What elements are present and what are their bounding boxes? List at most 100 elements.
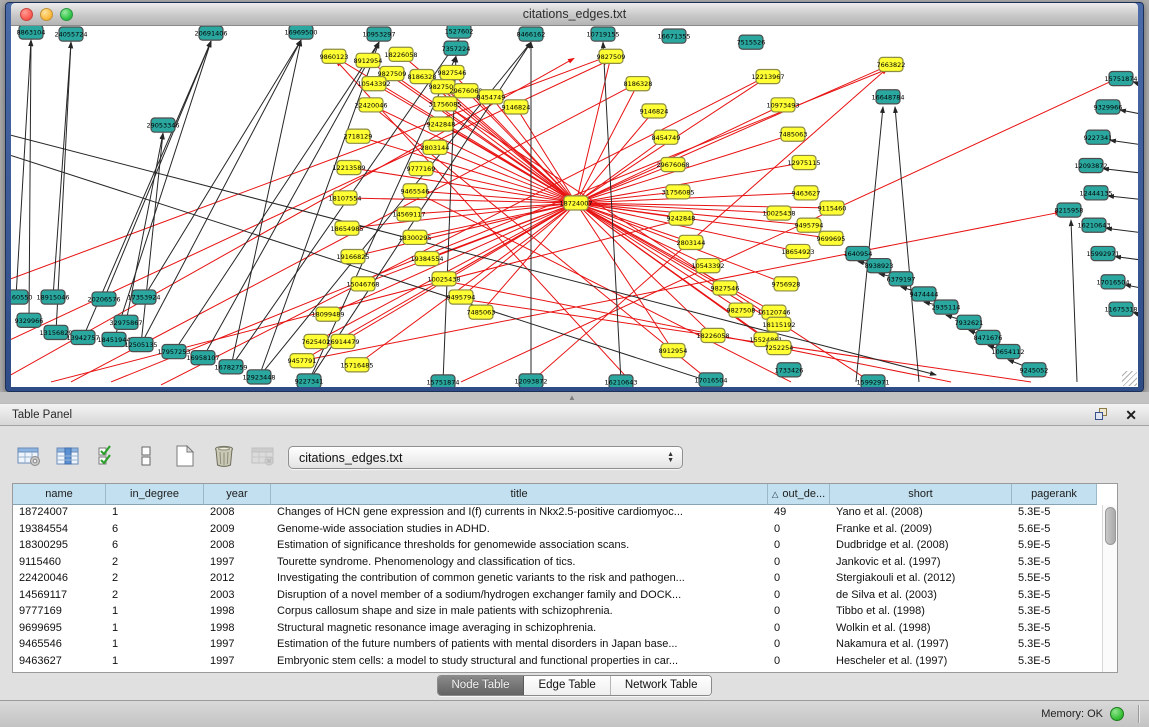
graph-node-teal[interactable]: 12505135 <box>125 337 158 351</box>
graph-node-teal[interactable]: 1527602 <box>445 26 474 38</box>
graph-node-yellow[interactable]: 8454749 <box>477 90 506 104</box>
graph-node-teal[interactable]: 2935114 <box>932 300 961 314</box>
table-settings-icon[interactable] <box>16 443 42 469</box>
split-collapse-handle[interactable]: ▲ <box>565 393 579 402</box>
graph-node-yellow[interactable]: 18724007 <box>560 196 593 210</box>
graph-node-yellow[interactable]: 2803144 <box>677 235 706 249</box>
graph-node-yellow[interactable]: 9756928 <box>772 277 801 291</box>
column-header-pagerank[interactable]: pagerank <box>1012 484 1097 505</box>
graph-node-yellow[interactable]: 19166825 <box>337 249 370 263</box>
graph-node-yellow[interactable]: 9242848 <box>427 117 456 131</box>
graph-node-yellow[interactable]: 7252254 <box>765 340 794 354</box>
close-window-icon[interactable] <box>20 8 33 21</box>
graph-node-teal[interactable]: 1640954 <box>844 246 873 260</box>
graph-node-yellow[interactable]: 18654985 <box>331 221 364 235</box>
graph-node-yellow[interactable]: 2718129 <box>344 129 373 143</box>
graph-node-teal[interactable]: 12444135 <box>1080 186 1113 200</box>
graph-node-yellow[interactable]: 16914479 <box>327 334 360 348</box>
graph-node-teal[interactable]: 9474444 <box>910 287 939 301</box>
zoom-window-icon[interactable] <box>60 8 73 21</box>
graph-node-teal[interactable]: 13942757 <box>67 330 100 344</box>
graph-node-yellow[interactable]: 29676068 <box>657 157 690 171</box>
graph-node-yellow[interactable]: 9777169 <box>407 162 436 176</box>
graph-node-yellow[interactable]: 18654923 <box>782 244 815 258</box>
column-header-short[interactable]: short <box>830 484 1012 505</box>
float-panel-icon[interactable] <box>1095 408 1109 421</box>
graph-node-yellow[interactable]: 10025438 <box>428 272 461 286</box>
graph-node-teal[interactable]: 11675318 <box>1105 302 1138 316</box>
graph-node-yellow[interactable]: 19384554 <box>411 251 444 265</box>
graph-node-teal[interactable]: 7515526 <box>737 35 766 49</box>
new-table-icon[interactable] <box>172 443 198 469</box>
graph-node-teal[interactable]: 15751874 <box>427 375 460 387</box>
graph-node-teal[interactable]: 16210643 <box>1078 218 1111 232</box>
tab-network-table[interactable]: Network Table <box>611 676 712 695</box>
table-row[interactable]: 911546021997Tourette syndrome. Phenomeno… <box>13 555 1102 572</box>
graph-node-yellow[interactable]: 22420046 <box>355 98 388 112</box>
unselect-all-icon[interactable] <box>133 443 159 469</box>
graph-node-yellow[interactable]: 12975115 <box>788 155 821 169</box>
graph-node-yellow[interactable]: 9699695 <box>817 231 846 245</box>
tab-node-table[interactable]: Node Table <box>438 676 525 695</box>
graph-node-yellow[interactable]: 9146824 <box>502 100 531 114</box>
graph-node-teal[interactable]: 18915046 <box>37 290 70 304</box>
graph-node-teal[interactable]: 16648784 <box>872 90 905 104</box>
graph-node-yellow[interactable]: 10025438 <box>763 206 796 220</box>
graph-node-teal[interactable]: 8938923 <box>865 259 894 273</box>
minimize-window-icon[interactable] <box>40 8 53 21</box>
graph-node-yellow[interactable]: 10543392 <box>692 259 725 273</box>
graph-node-yellow[interactable]: 18300295 <box>399 230 432 244</box>
graph-node-yellow[interactable]: 9242848 <box>667 211 696 225</box>
graph-node-yellow[interactable]: 15046768 <box>347 277 380 291</box>
table-selector-dropdown[interactable]: citations_edges.txt ▲▼ <box>288 446 683 469</box>
split-divider[interactable]: ▲ <box>0 392 1149 403</box>
graph-node-teal[interactable]: 20691406 <box>195 26 228 40</box>
graph-node-yellow[interactable]: 31756085 <box>429 97 462 111</box>
graph-node-yellow[interactable]: 18115192 <box>763 317 796 331</box>
vertical-scrollbar[interactable] <box>1102 505 1117 672</box>
memory-ok-indicator-icon[interactable] <box>1110 707 1124 721</box>
graph-node-yellow[interactable]: 12213967 <box>752 69 785 83</box>
graph-node-yellow[interactable]: 8912954 <box>659 344 688 358</box>
graph-node-teal[interactable]: 16782759 <box>215 360 248 374</box>
graph-node-teal[interactable]: 9227341 <box>1084 130 1113 144</box>
graph-node-teal[interactable]: 29053346 <box>147 118 180 132</box>
graph-node-yellow[interactable]: 18107554 <box>329 191 362 205</box>
graph-node-yellow[interactable]: 10543392 <box>358 77 391 91</box>
column-header-out_de[interactable]: △out_de... <box>768 484 830 505</box>
close-panel-icon[interactable]: ✕ <box>1125 408 1137 422</box>
graph-node-yellow[interactable]: 18099489 <box>312 307 345 321</box>
graph-node-yellow[interactable]: 9860123 <box>320 49 349 63</box>
graph-node-teal[interactable]: 15751874 <box>1105 72 1138 86</box>
graph-node-yellow[interactable]: 9457791 <box>288 354 317 368</box>
graph-node-yellow[interactable]: 9827508 <box>727 303 756 317</box>
graph-node-yellow[interactable]: 12213589 <box>333 160 366 174</box>
graph-node-teal[interactable]: 10719155 <box>587 27 620 41</box>
window-resize-grip[interactable] <box>1122 371 1137 386</box>
graph-node-yellow[interactable]: 18226058 <box>385 47 418 61</box>
graph-node-teal[interactable]: 1733426 <box>775 363 804 377</box>
graph-node-teal[interactable]: 9245052 <box>1020 363 1049 377</box>
table-row[interactable]: 969969511998Structural magnetic resonanc… <box>13 621 1102 638</box>
graph-node-yellow[interactable]: 9463627 <box>792 186 821 200</box>
graph-node-teal[interactable]: 8466162 <box>517 27 546 41</box>
table-row[interactable]: 946554611997Estimation of the future num… <box>13 637 1102 654</box>
citation-network-graph[interactable]: 1872400798601238912954182260589827509818… <box>11 26 1138 387</box>
graph-node-yellow[interactable]: 8186328 <box>624 77 653 91</box>
graph-node-yellow[interactable]: 7485063 <box>779 127 808 141</box>
tab-edge-table[interactable]: Edge Table <box>524 676 610 695</box>
network-view-canvas[interactable]: 1872400798601238912954182260589827509818… <box>11 26 1138 387</box>
graph-node-yellow[interactable]: 14569117 <box>393 207 426 221</box>
show-columns-icon[interactable] <box>55 443 81 469</box>
column-header-year[interactable]: year <box>204 484 271 505</box>
graph-node-yellow[interactable]: 18226058 <box>697 328 730 342</box>
graph-node-yellow[interactable]: 10973493 <box>767 98 800 112</box>
table-row[interactable]: 1456911722003Disruption of a novel membe… <box>13 588 1102 605</box>
graph-node-yellow[interactable]: 7485063 <box>467 305 496 319</box>
graph-node-yellow[interactable]: 15716485 <box>341 358 374 372</box>
column-header-name[interactable]: name <box>13 484 106 505</box>
graph-node-yellow[interactable]: 9495794 <box>795 218 824 232</box>
scrollbar-thumb[interactable] <box>1105 507 1116 545</box>
graph-node-teal[interactable]: 9329966 <box>15 313 44 327</box>
graph-node-yellow[interactable]: 9465546 <box>401 184 430 198</box>
